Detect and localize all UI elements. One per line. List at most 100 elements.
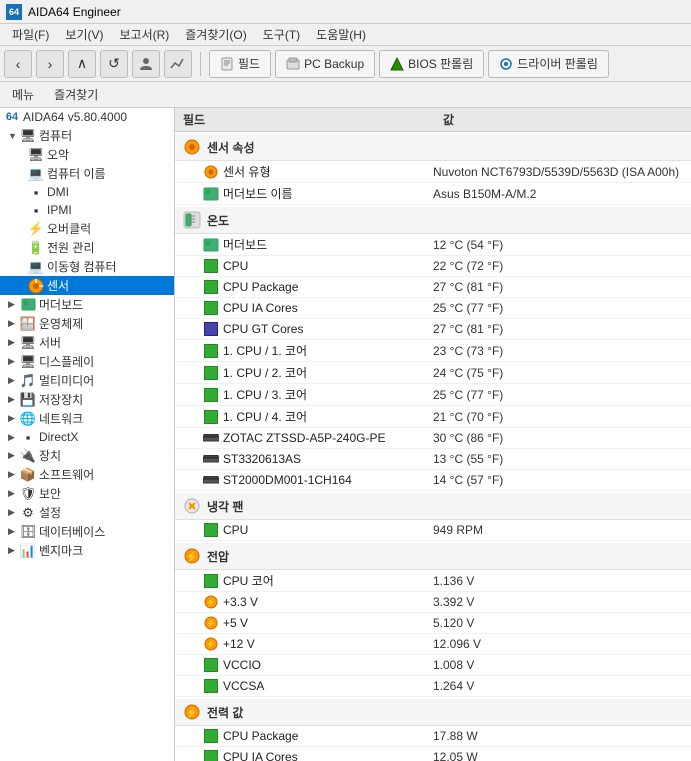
temp-cpu-gt-icon xyxy=(203,321,219,337)
sidebar-item-power-mgmt[interactable]: 🔋 전원 관리 xyxy=(0,238,174,257)
temp-cpu-pkg-value: 27 °C (81 °F) xyxy=(433,280,683,294)
row-temp-mb[interactable]: 머더보드 12 °C (54 °F) xyxy=(175,234,691,256)
sidebar-item-os[interactable]: ▶ 🪟 운영체제 xyxy=(0,314,174,333)
temp-core4-icon xyxy=(203,409,219,425)
sidebar-item-security[interactable]: ▶ 🛡 보안 xyxy=(0,484,174,503)
row-temp-st1[interactable]: ST3320613AS 13 °C (55 °F) xyxy=(175,449,691,470)
sidebar-item-motherboard[interactable]: ▶ 머더보드 xyxy=(0,295,174,314)
mb-arrow: ▶ xyxy=(8,299,20,310)
content-area: 필드 값 센서 속성 센서 유형 Nuvoton NCT6793D/5539D/… xyxy=(175,108,691,761)
report-button[interactable]: 필드 xyxy=(209,50,271,78)
row-volt-5v[interactable]: ⚡ +5 V 5.120 V xyxy=(175,613,691,634)
row-sensor-type[interactable]: 센서 유형 Nuvoton NCT6793D/5539D/5563D (ISA … xyxy=(175,161,691,183)
forward-button[interactable]: › xyxy=(36,50,64,78)
sidebar-root[interactable]: 64 AIDA64 v5.80.4000 xyxy=(0,108,174,126)
menu-help[interactable]: 도움말(H) xyxy=(308,24,374,45)
sidebar-item-multimedia[interactable]: ▶ 🎵 멀티미디어 xyxy=(0,371,174,390)
nav-favorites[interactable]: 즐겨찾기 xyxy=(50,84,102,105)
row-temp-st2[interactable]: ST2000DM001-1CH164 14 °C (57 °F) xyxy=(175,470,691,491)
sensor-type-label: 센서 유형 xyxy=(223,163,271,180)
sidebar-item-storage[interactable]: ▶ 💾 저장장치 xyxy=(0,390,174,409)
row-volt-12v[interactable]: ⚡ +12 V 12.096 V xyxy=(175,634,691,655)
user-button[interactable] xyxy=(132,50,160,78)
temp-zotac-label: ZOTAC ZTSSD-A5P-240G-PE xyxy=(223,431,385,445)
section-fan: 냉각 팬 xyxy=(175,493,691,520)
server-arrow: ▶ xyxy=(8,337,20,348)
menu-favorites[interactable]: 즐겨찾기(O) xyxy=(177,24,255,45)
pwr-cpu-ia-icon xyxy=(203,749,219,761)
sidebar-item-benchmark[interactable]: ▶ 📊 벤지마크 xyxy=(0,541,174,560)
menu-file[interactable]: 파일(F) xyxy=(4,24,57,45)
row-pwr-cpu-ia[interactable]: CPU IA Cores 12.05 W xyxy=(175,747,691,761)
row-volt-vccsa[interactable]: VCCSA 1.264 V xyxy=(175,676,691,697)
temp-core3-icon xyxy=(203,387,219,403)
sidebar-item-software[interactable]: ▶ 📦 소프트웨어 xyxy=(0,465,174,484)
sidebar-item-portable[interactable]: 💻 이동형 컴퓨터 xyxy=(0,257,174,276)
portable-icon: 💻 xyxy=(28,259,44,275)
row-temp-core2[interactable]: 1. CPU / 2. 코어 24 °C (75 °F) xyxy=(175,362,691,384)
volt-cpu-core-value: 1.136 V xyxy=(433,574,683,588)
sidebar-item-dmi[interactable]: ▪ DMI xyxy=(0,183,174,201)
field-temp-core4: 1. CPU / 4. 코어 xyxy=(203,408,433,425)
volt-vccio-icon xyxy=(203,657,219,673)
row-volt-vccio[interactable]: VCCIO 1.008 V xyxy=(175,655,691,676)
voltage-icon: ⚡ xyxy=(183,547,201,565)
sidebar-item-computer[interactable]: ▼ 🖥 컴퓨터 xyxy=(0,126,174,145)
driver-button[interactable]: 드라이버 판롤림 xyxy=(488,50,609,78)
row-pwr-cpu-pkg[interactable]: CPU Package 17.88 W xyxy=(175,726,691,747)
sidebar-item-sensor[interactable]: 센서 xyxy=(0,276,174,295)
row-temp-core1[interactable]: 1. CPU / 1. 코어 23 °C (73 °F) xyxy=(175,340,691,362)
row-temp-cpu-pkg[interactable]: CPU Package 27 °C (81 °F) xyxy=(175,277,691,298)
pwr-cpu-ia-label: CPU IA Cores xyxy=(223,750,298,761)
sidebar-dmi-label: DMI xyxy=(47,185,69,199)
temp-mb-value: 12 °C (54 °F) xyxy=(433,238,683,252)
row-temp-core3[interactable]: 1. CPU / 3. 코어 25 °C (77 °F) xyxy=(175,384,691,406)
volt-vccio-label: VCCIO xyxy=(223,658,261,672)
sidebar-item-summary[interactable]: 🖥 오악 xyxy=(0,145,174,164)
col-field-header: 필드 xyxy=(183,111,443,128)
row-fan-cpu[interactable]: CPU 949 RPM xyxy=(175,520,691,541)
row-volt-3v3[interactable]: ⚡ +3.3 V 3.392 V xyxy=(175,592,691,613)
temp-st1-label: ST3320613AS xyxy=(223,452,301,466)
chart-button[interactable] xyxy=(164,50,192,78)
fan-cpu-value: 949 RPM xyxy=(433,523,683,537)
sidebar-item-overclock[interactable]: ⚡ 오버클럭 xyxy=(0,219,174,238)
field-temp-zotac: ZOTAC ZTSSD-A5P-240G-PE xyxy=(203,430,433,446)
row-temp-cpu-ia[interactable]: CPU IA Cores 25 °C (77 °F) xyxy=(175,298,691,319)
row-temp-zotac[interactable]: ZOTAC ZTSSD-A5P-240G-PE 30 °C (86 °F) xyxy=(175,428,691,449)
sidebar-item-settings[interactable]: ▶ ⚙ 설정 xyxy=(0,503,174,522)
menu-tools[interactable]: 도구(T) xyxy=(255,24,308,45)
sidebar-item-display[interactable]: ▶ 🖥 디스플레이 xyxy=(0,352,174,371)
volt-vccsa-label: VCCSA xyxy=(223,679,264,693)
sidebar-item-database[interactable]: ▶ 🗄 데이터베이스 xyxy=(0,522,174,541)
menu-view[interactable]: 보기(V) xyxy=(57,24,111,45)
pcbackup-button[interactable]: PC Backup xyxy=(275,50,375,78)
sidebar-item-directx[interactable]: ▶ ▪ DirectX xyxy=(0,428,174,446)
row-temp-core4[interactable]: 1. CPU / 4. 코어 21 °C (70 °F) xyxy=(175,406,691,428)
sidebar-sensor-label: 센서 xyxy=(47,277,69,294)
row-temp-cpu-gt[interactable]: CPU GT Cores 27 °C (81 °F) xyxy=(175,319,691,340)
nav-menu[interactable]: 메뉴 xyxy=(8,84,38,105)
sidebar-item-devices[interactable]: ▶ 🔌 장치 xyxy=(0,446,174,465)
col-value-header: 값 xyxy=(443,111,683,128)
row-motherboard-name[interactable]: 머더보드 이름 Asus B150M-A/M.2 xyxy=(175,183,691,205)
volt-vccsa-icon xyxy=(203,678,219,694)
sidebar-item-network[interactable]: ▶ 🌐 네트워크 xyxy=(0,409,174,428)
sidebar-ipmi-label: IPMI xyxy=(47,203,72,217)
svg-text:⚡: ⚡ xyxy=(206,618,216,628)
temp-core4-value: 21 °C (70 °F) xyxy=(433,410,683,424)
driver-label: 드라이버 판롤림 xyxy=(517,55,598,72)
row-temp-cpu[interactable]: CPU 22 °C (72 °F) xyxy=(175,256,691,277)
up-button[interactable]: ∧ xyxy=(68,50,96,78)
sidebar-item-computer-name[interactable]: 💻 컴퓨터 이름 xyxy=(0,164,174,183)
menu-report[interactable]: 보고서(R) xyxy=(111,24,177,45)
sidebar-item-server[interactable]: ▶ 🖥 서버 xyxy=(0,333,174,352)
row-volt-cpu-core[interactable]: CPU 코어 1.136 V xyxy=(175,570,691,592)
temp-core1-label: 1. CPU / 1. 코어 xyxy=(223,342,307,359)
back-button[interactable]: ‹ xyxy=(4,50,32,78)
bios-button[interactable]: BIOS 판롤림 xyxy=(379,50,484,78)
fan-cpu-label: CPU xyxy=(223,523,248,537)
bench-icon: 📊 xyxy=(20,543,36,559)
refresh-button[interactable]: ↺ xyxy=(100,50,128,78)
sidebar-item-ipmi[interactable]: ▪ IPMI xyxy=(0,201,174,219)
